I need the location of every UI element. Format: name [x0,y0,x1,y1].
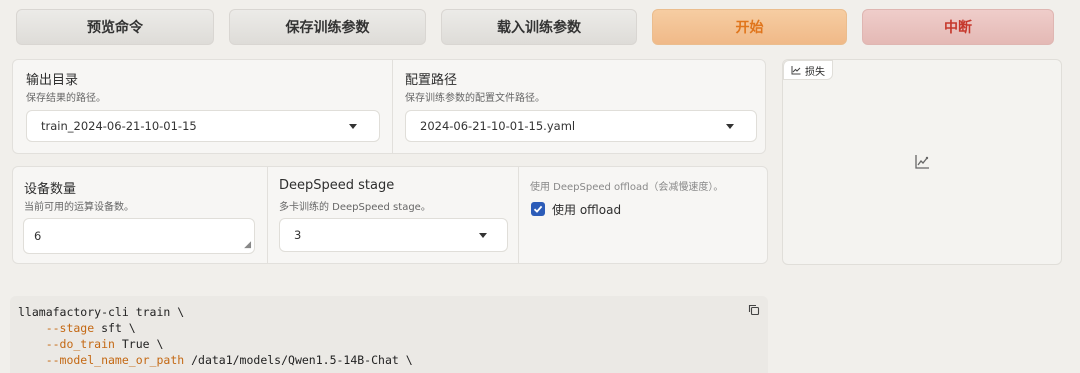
config-path-value: 2024-06-21-10-01-15.yaml [420,119,576,133]
abort-button[interactable]: 中断 [862,9,1054,45]
config-path-block: 配置路径 保存训练参数的配置文件路径。 2024-06-21-10-01-15.… [392,60,765,153]
device-deepspeed-panel: 设备数量 当前可用的运算设备数。 6 ◢ DeepSpeed stage 多卡训… [12,166,768,264]
config-path-info: 保存训练参数的配置文件路径。 [405,93,545,104]
device-count-block: 设备数量 当前可用的运算设备数。 6 ◢ [13,167,267,263]
device-count-value: 6 [34,229,42,243]
config-path-label: 配置路径 [405,73,458,88]
ds-stage-value: 3 [294,228,302,242]
load-args-button[interactable]: 载入训练参数 [441,9,637,45]
ds-stage-info: 多卡训练的 DeepSpeed stage。 [279,202,431,213]
loss-chart-tab: 损失 [783,60,833,80]
output-dir-block: 输出目录 保存结果的路径。 train_2024-06-21-10-01-15 [13,60,392,153]
output-dir-info: 保存结果的路径。 [26,93,106,104]
device-count-label: 设备数量 [24,182,77,197]
chevron-down-icon [726,124,734,129]
line-chart-icon [791,65,801,74]
resize-handle-icon[interactable]: ◢ [244,240,251,250]
device-count-info: 当前可用的运算设备数。 [24,202,134,213]
offload-checkbox-label[interactable]: 使用 offload [552,201,621,218]
start-button[interactable]: 开始 [652,9,847,45]
chevron-down-icon [349,124,357,129]
chevron-down-icon [479,233,487,238]
chart-placeholder-icon [915,155,929,169]
loss-chart-title: 损失 [805,66,825,78]
ds-stage-dropdown[interactable]: 3 [279,218,508,252]
config-path-dropdown[interactable]: 2024-06-21-10-01-15.yaml [405,110,757,142]
preview-command-button[interactable]: 预览命令 [16,9,214,45]
ds-offload-info: 使用 DeepSpeed offload（会减慢速度）。 [530,182,724,193]
output-dir-label: 输出目录 [26,73,79,88]
loss-chart-panel: 损失 [782,59,1062,265]
device-count-input[interactable]: 6 ◢ [23,218,255,254]
check-icon [533,205,543,213]
save-args-button[interactable]: 保存训练参数 [229,9,426,45]
command-preview: llamafactory-cli train \ --stage sft \ -… [10,296,768,373]
copy-icon[interactable] [748,304,760,316]
offload-checkbox[interactable] [531,202,545,216]
command-line: --do_train True \ [18,337,164,351]
ds-stage-label: DeepSpeed stage [279,178,395,193]
command-line: --stage sft \ [18,321,136,335]
output-dir-dropdown[interactable]: train_2024-06-21-10-01-15 [26,110,380,142]
command-line: llamafactory-cli train \ [18,305,185,319]
ds-stage-block: DeepSpeed stage 多卡训练的 DeepSpeed stage。 3 [267,167,518,263]
ds-offload-block: 使用 DeepSpeed offload（会减慢速度）。 使用 offload [518,167,767,263]
output-dir-value: train_2024-06-21-10-01-15 [41,119,197,133]
command-line: --model_name_or_path /data1/models/Qwen1… [18,353,413,367]
output-config-panel: 输出目录 保存结果的路径。 train_2024-06-21-10-01-15 … [12,59,766,154]
